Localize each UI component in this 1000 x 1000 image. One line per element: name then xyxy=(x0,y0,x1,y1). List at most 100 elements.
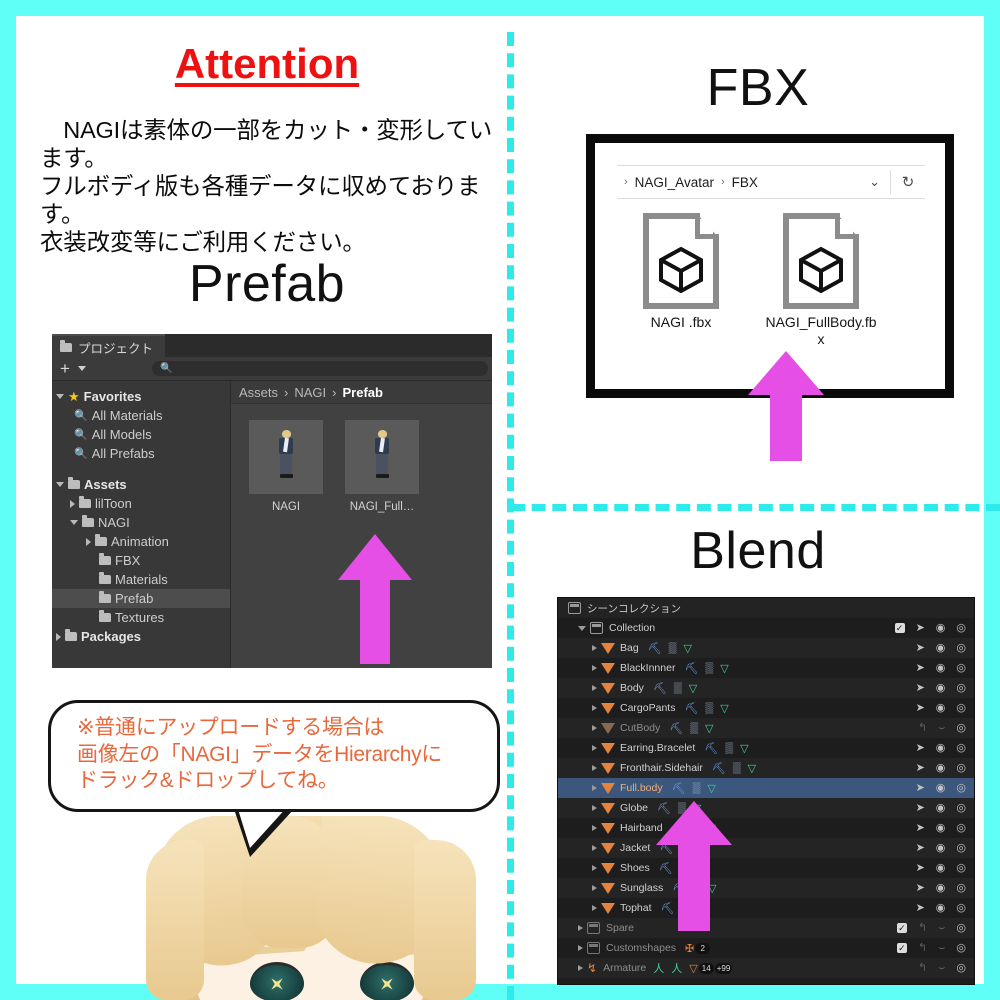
add-button[interactable]: + xyxy=(56,360,70,377)
cursor-arrow-icon[interactable]: ➤ xyxy=(916,742,925,754)
eye-icon[interactable]: ◉ xyxy=(936,842,946,854)
chevron-right-icon[interactable] xyxy=(592,705,597,711)
camera-icon[interactable]: ◎ xyxy=(956,622,966,634)
cursor-arrow-icon[interactable]: ↰ xyxy=(918,962,927,974)
tree-item-all-materials[interactable]: 🔍 All Materials xyxy=(52,406,230,425)
camera-icon[interactable]: ◎ xyxy=(956,702,966,714)
camera-icon[interactable]: ◎ xyxy=(956,662,966,674)
cursor-arrow-icon[interactable]: ➤ xyxy=(916,842,925,854)
camera-icon[interactable]: ◎ xyxy=(956,642,966,654)
eye-icon[interactable]: ◉ xyxy=(936,862,946,874)
chevron-right-icon[interactable] xyxy=(592,785,597,791)
chevron-right-icon[interactable] xyxy=(592,765,597,771)
outliner-row[interactable]: Hairband ⛏ ▒ ▽ ➤ ◉ ◎ xyxy=(558,818,974,838)
tree-item-all-models[interactable]: 🔍 All Models xyxy=(52,425,230,444)
camera-icon[interactable]: ◎ xyxy=(956,942,966,954)
eye-closed-icon[interactable]: ⌣ xyxy=(938,722,945,734)
cursor-arrow-icon[interactable]: ➤ xyxy=(916,622,925,634)
checkbox[interactable]: ✓ xyxy=(896,923,907,933)
cursor-arrow-icon[interactable]: ➤ xyxy=(916,782,925,794)
outliner-row[interactable]: Jacket⛏▒▽➤◉◎ xyxy=(558,838,974,858)
refresh-icon[interactable]: ↻ xyxy=(891,173,925,191)
chevron-right-icon[interactable] xyxy=(592,745,597,751)
chevron-right-icon[interactable] xyxy=(592,905,597,911)
outliner-row[interactable]: Body ⛏ ▒ ▽ ➤ ◉ ◎ xyxy=(558,678,974,698)
cursor-arrow-icon[interactable]: ➤ xyxy=(916,862,925,874)
tab-project[interactable]: プロジェクト xyxy=(52,334,166,359)
camera-icon[interactable]: ◎ xyxy=(956,842,966,854)
chevron-right-icon[interactable] xyxy=(70,499,75,508)
outliner-row[interactable]: ↯ Armature 人人 ▽ 14 +99 ↰ ⌣ ◎ xyxy=(558,958,974,978)
file-item-nagi-fbx[interactable]: NAGI .fbx xyxy=(625,213,737,348)
breadcrumb-fbx[interactable]: FBX xyxy=(732,175,758,190)
camera-icon[interactable]: ◎ xyxy=(956,882,966,894)
tree-item-assets[interactable]: Assets xyxy=(52,475,230,494)
chevron-right-icon[interactable] xyxy=(592,645,597,651)
breadcrumb-nagi-avatar[interactable]: NAGI_Avatar xyxy=(635,175,714,190)
tree-item-textures[interactable]: Textures xyxy=(52,608,230,627)
chevron-right-icon[interactable] xyxy=(578,945,583,951)
tree-item-packages[interactable]: Packages xyxy=(52,627,230,646)
chevron-right-icon[interactable] xyxy=(86,537,91,546)
chevron-right-icon[interactable] xyxy=(592,885,597,891)
cursor-arrow-icon[interactable]: ➤ xyxy=(916,882,925,894)
chevron-down-icon[interactable] xyxy=(56,482,64,487)
breadcrumb-nagi[interactable]: NAGI xyxy=(294,385,326,400)
chevron-right-icon[interactable] xyxy=(56,632,61,641)
outliner-row[interactable]: Full.body ⛏ ▒ ▽ ➤ ◉ ◎ xyxy=(558,778,974,798)
camera-icon[interactable]: ◎ xyxy=(956,782,966,794)
outliner-row[interactable]: Shoes⛏▒▽➤◉◎ xyxy=(558,858,974,878)
eye-icon[interactable]: ◉ xyxy=(936,662,946,674)
cursor-arrow-icon[interactable]: ➤ xyxy=(916,902,925,914)
cursor-arrow-icon[interactable]: ➤ xyxy=(916,802,925,814)
tree-item-all-prefabs[interactable]: 🔍 All Prefabs xyxy=(52,444,230,463)
outliner-row[interactable]: Bag ⛏ ▒ ▽ ➤ ◉ ◎ xyxy=(558,638,974,658)
outliner-row[interactable]: BlackInnner ⛏ ▒ ▽ ➤ ◉ ◎ xyxy=(558,658,974,678)
chevron-down-icon[interactable] xyxy=(56,394,64,399)
camera-icon[interactable]: ◎ xyxy=(956,862,966,874)
outliner-row[interactable]: Tophat⛏▒▽➤◉◎ xyxy=(558,898,974,918)
chevron-right-icon[interactable] xyxy=(592,845,597,851)
chevron-down-icon[interactable] xyxy=(70,520,78,525)
cursor-arrow-icon[interactable]: ➤ xyxy=(916,662,925,674)
asset-item-nagi-fullbody[interactable]: NAGI_Full… xyxy=(345,420,419,513)
outliner-row[interactable]: Fronthair.Sidehair ⛏ ▒ ▽ ➤ ◉ ◎ xyxy=(558,758,974,778)
chevron-right-icon[interactable] xyxy=(592,685,597,691)
checkbox[interactable]: ✓ xyxy=(894,623,905,633)
outliner-row[interactable]: Sunglass⛏▒▽➤◉◎ xyxy=(558,878,974,898)
cursor-arrow-icon[interactable]: ↰ xyxy=(918,942,927,954)
cursor-arrow-icon[interactable]: ➤ xyxy=(916,762,925,774)
cursor-arrow-icon[interactable]: ➤ xyxy=(916,642,925,654)
breadcrumb-assets[interactable]: Assets xyxy=(239,385,278,400)
eye-icon[interactable]: ◉ xyxy=(936,642,946,654)
camera-icon[interactable]: ◎ xyxy=(956,922,966,934)
outliner-row[interactable]: Collection ✓ ➤ ◉ ◎ xyxy=(558,618,974,638)
outliner-row[interactable]: Globe ⛏ ▒ ▽ ➤ ◉ ◎ xyxy=(558,798,974,818)
outliner-row[interactable]: Spare ✓ ↰ ⌣ ◎ xyxy=(558,918,974,938)
eye-icon[interactable]: ◉ xyxy=(936,622,946,634)
chevron-right-icon[interactable] xyxy=(592,825,597,831)
tree-item-favorites[interactable]: ★ Favorites xyxy=(52,387,230,406)
camera-icon[interactable]: ◎ xyxy=(956,722,966,734)
camera-icon[interactable]: ◎ xyxy=(956,742,966,754)
search-input[interactable]: 🔍 xyxy=(151,361,488,376)
tree-item-materials[interactable]: Materials xyxy=(52,570,230,589)
eye-icon[interactable]: ◉ xyxy=(936,742,946,754)
eye-icon[interactable]: ◉ xyxy=(936,762,946,774)
address-bar[interactable]: › NAGI_Avatar › FBX ⌄ ↻ xyxy=(617,165,925,199)
chevron-right-icon[interactable] xyxy=(592,725,597,731)
camera-icon[interactable]: ◎ xyxy=(956,762,966,774)
camera-icon[interactable]: ◎ xyxy=(956,682,966,694)
eye-icon[interactable]: ◉ xyxy=(936,702,946,714)
outliner-row[interactable]: CargoPants ⛏ ▒ ▽ ➤ ◉ ◎ xyxy=(558,698,974,718)
cursor-arrow-icon[interactable]: ➤ xyxy=(916,682,925,694)
tree-item-liltoon[interactable]: lilToon xyxy=(52,494,230,513)
tree-item-animation[interactable]: Animation xyxy=(52,532,230,551)
eye-icon[interactable]: ◉ xyxy=(936,802,946,814)
chevron-right-icon[interactable] xyxy=(592,665,597,671)
tree-item-prefab[interactable]: Prefab xyxy=(52,589,230,608)
checkbox[interactable]: ✓ xyxy=(896,943,907,953)
camera-icon[interactable]: ◎ xyxy=(956,822,966,834)
camera-icon[interactable]: ◎ xyxy=(956,902,966,914)
chevron-right-icon[interactable] xyxy=(592,805,597,811)
